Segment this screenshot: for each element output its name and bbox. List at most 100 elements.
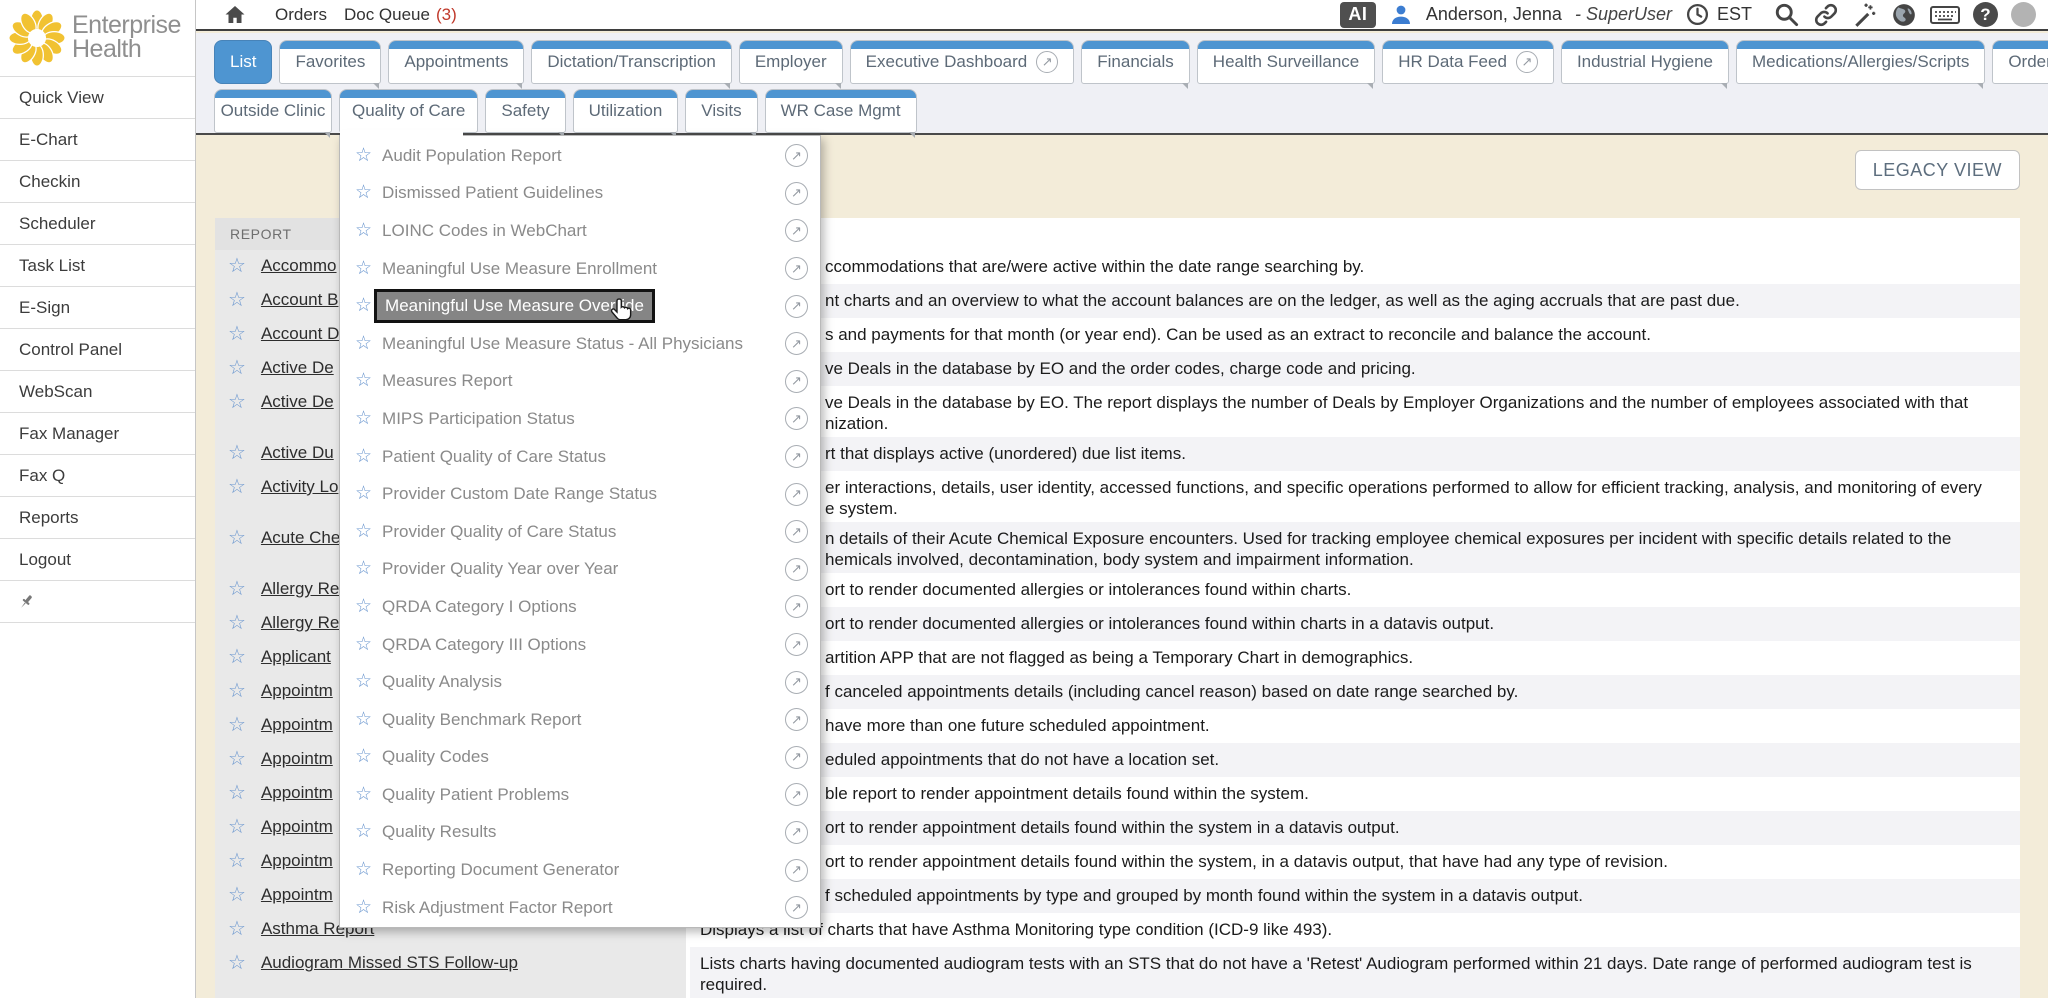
favorite-star-icon[interactable]: ☆	[228, 612, 246, 634]
favorite-star-icon[interactable]: ☆	[355, 333, 372, 355]
favorite-star-icon[interactable]: ☆	[228, 782, 246, 804]
menu-item-reporting-document-generator[interactable]: ☆ Reporting Document Generator ↗	[340, 851, 820, 889]
report-link[interactable]: Appointm	[261, 680, 333, 702]
report-link[interactable]: Applicant	[261, 646, 331, 668]
user-icon[interactable]	[1389, 3, 1413, 27]
favorite-star-icon[interactable]: ☆	[355, 558, 372, 580]
tab-utilization[interactable]: Utilization ↗	[573, 89, 679, 133]
open-in-new-icon[interactable]: ↗	[785, 708, 808, 731]
report-link[interactable]: Active Du	[261, 442, 334, 464]
report-link[interactable]: Appointm	[261, 748, 333, 770]
tab-financials[interactable]: Financials ↗	[1081, 40, 1190, 84]
tab-medications-allergies-scripts[interactable]: Medications/Allergies/Scripts ↗	[1736, 40, 1985, 84]
home-icon[interactable]	[223, 3, 247, 27]
menu-item-quality-codes[interactable]: ☆ Quality Codes ↗	[340, 739, 820, 777]
breadcrumb-doc-queue[interactable]: Doc Queue	[344, 5, 430, 25]
open-in-new-icon[interactable]: ↗	[785, 182, 808, 205]
menu-item-qrda-category-iii-options[interactable]: ☆ QRDA Category III Options ↗	[340, 626, 820, 664]
tab-wr-case-mgmt[interactable]: WR Case Mgmt ↗	[765, 89, 917, 133]
menu-item-dismissed-patient-guidelines[interactable]: ☆ Dismissed Patient Guidelines ↗	[340, 175, 820, 213]
report-link[interactable]: Appointm	[261, 714, 333, 736]
menu-item-meaningful-use-measure-enrollment[interactable]: ☆ Meaningful Use Measure Enrollment ↗	[340, 250, 820, 288]
sidebar-item-fax-manager[interactable]: Fax Manager	[0, 413, 195, 455]
favorite-star-icon[interactable]: ☆	[228, 816, 246, 838]
favorite-star-icon[interactable]: ☆	[228, 884, 246, 906]
favorite-star-icon[interactable]: ☆	[355, 746, 372, 768]
report-link[interactable]: Active De	[261, 391, 334, 413]
menu-item-mips-participation-status[interactable]: ☆ MIPS Participation Status ↗	[340, 400, 820, 438]
legacy-view-button[interactable]: LEGACY VIEW	[1855, 150, 2020, 190]
tab-health-surveillance[interactable]: Health Surveillance ↗	[1197, 40, 1375, 84]
favorite-star-icon[interactable]: ☆	[228, 646, 246, 668]
favorite-star-icon[interactable]: ☆	[355, 295, 372, 317]
open-in-new-icon[interactable]: ↗	[785, 332, 808, 355]
open-in-new-icon[interactable]: ↗	[785, 671, 808, 694]
link-icon[interactable]	[1813, 2, 1839, 28]
favorite-star-icon[interactable]: ☆	[228, 476, 246, 498]
wand-icon[interactable]	[1852, 2, 1878, 28]
open-in-new-icon[interactable]: ↗	[785, 144, 808, 167]
open-in-new-icon[interactable]: ↗	[785, 558, 808, 581]
open-in-new-icon[interactable]: ↗	[785, 520, 808, 543]
favorite-star-icon[interactable]: ☆	[355, 145, 372, 167]
favorite-star-icon[interactable]: ☆	[355, 483, 372, 505]
favorite-star-icon[interactable]: ☆	[355, 709, 372, 731]
sidebar-item-scheduler[interactable]: Scheduler	[0, 203, 195, 245]
open-in-new-icon[interactable]: ↗	[785, 407, 808, 430]
tab-safety[interactable]: Safety ↗	[485, 89, 565, 133]
favorite-star-icon[interactable]: ☆	[228, 357, 246, 379]
sidebar-item-fax-q[interactable]: Fax Q	[0, 455, 195, 497]
keyboard-icon[interactable]	[1930, 3, 1960, 27]
sidebar-item-e-sign[interactable]: E-Sign	[0, 287, 195, 329]
report-link[interactable]: Appointm	[261, 884, 333, 906]
favorite-star-icon[interactable]: ☆	[228, 391, 246, 413]
open-in-new-icon[interactable]: ↗	[785, 370, 808, 393]
menu-item-qrda-category-i-options[interactable]: ☆ QRDA Category I Options ↗	[340, 588, 820, 626]
favorite-star-icon[interactable]: ☆	[355, 859, 372, 881]
globe-icon[interactable]	[1891, 2, 1917, 28]
report-link[interactable]: Appointm	[261, 850, 333, 872]
open-in-new-icon[interactable]: ↗	[785, 219, 808, 242]
report-link[interactable]: Accommo	[261, 255, 337, 277]
tab-orders[interactable]: Orders ↗	[1992, 40, 2048, 84]
open-in-new-icon[interactable]: ↗	[785, 859, 808, 882]
open-in-new-icon[interactable]: ↗	[785, 746, 808, 769]
favorite-star-icon[interactable]: ☆	[228, 442, 246, 464]
favorite-star-icon[interactable]: ☆	[228, 527, 246, 549]
menu-item-quality-analysis[interactable]: ☆ Quality Analysis ↗	[340, 663, 820, 701]
favorite-star-icon[interactable]: ☆	[228, 918, 246, 940]
open-in-new-icon[interactable]: ↗	[785, 445, 808, 468]
favorite-star-icon[interactable]: ☆	[355, 634, 372, 656]
tab-employer[interactable]: Employer ↗	[739, 40, 843, 84]
sidebar-item-webscan[interactable]: WebScan	[0, 371, 195, 413]
tab-hr-data-feed[interactable]: HR Data Feed ↗	[1382, 40, 1554, 84]
breadcrumb-orders[interactable]: Orders	[275, 5, 327, 25]
report-link[interactable]: Audiogram Missed STS Follow-up	[261, 952, 518, 974]
tab-quality-of-care[interactable]: Quality of Care ↗	[339, 89, 478, 133]
favorite-star-icon[interactable]: ☆	[228, 680, 246, 702]
tab-appointments[interactable]: Appointments ↗	[388, 40, 524, 84]
menu-item-provider-quality-year-over-year[interactable]: ☆ Provider Quality Year over Year ↗	[340, 551, 820, 589]
favorite-star-icon[interactable]: ☆	[228, 952, 246, 974]
favorite-star-icon[interactable]: ☆	[228, 255, 246, 277]
open-in-new-icon[interactable]: ↗	[785, 483, 808, 506]
favorite-star-icon[interactable]: ☆	[355, 446, 372, 468]
report-link[interactable]: Appointm	[261, 782, 333, 804]
open-in-new-icon[interactable]: ↗	[785, 257, 808, 280]
menu-item-audit-population-report[interactable]: ☆ Audit Population Report ↗	[340, 137, 820, 175]
status-circle-icon[interactable]	[2011, 2, 2036, 27]
menu-item-provider-quality-of-care-status[interactable]: ☆ Provider Quality of Care Status ↗	[340, 513, 820, 551]
sidebar-item-quick-view[interactable]: Quick View	[0, 77, 195, 119]
favorite-star-icon[interactable]: ☆	[228, 714, 246, 736]
sidebar-item-e-chart[interactable]: E-Chart	[0, 119, 195, 161]
tab-list[interactable]: List ↗	[214, 40, 272, 84]
user-name[interactable]: Anderson, Jenna	[1426, 4, 1562, 25]
open-in-new-icon[interactable]: ↗	[785, 595, 808, 618]
favorite-star-icon[interactable]: ☆	[355, 596, 372, 618]
open-in-new-icon[interactable]: ↗	[785, 633, 808, 656]
report-link[interactable]: Account B	[261, 289, 339, 311]
search-icon[interactable]	[1773, 1, 1800, 28]
favorite-star-icon[interactable]: ☆	[228, 578, 246, 600]
favorite-star-icon[interactable]: ☆	[355, 258, 372, 280]
menu-item-quality-results[interactable]: ☆ Quality Results ↗	[340, 814, 820, 852]
